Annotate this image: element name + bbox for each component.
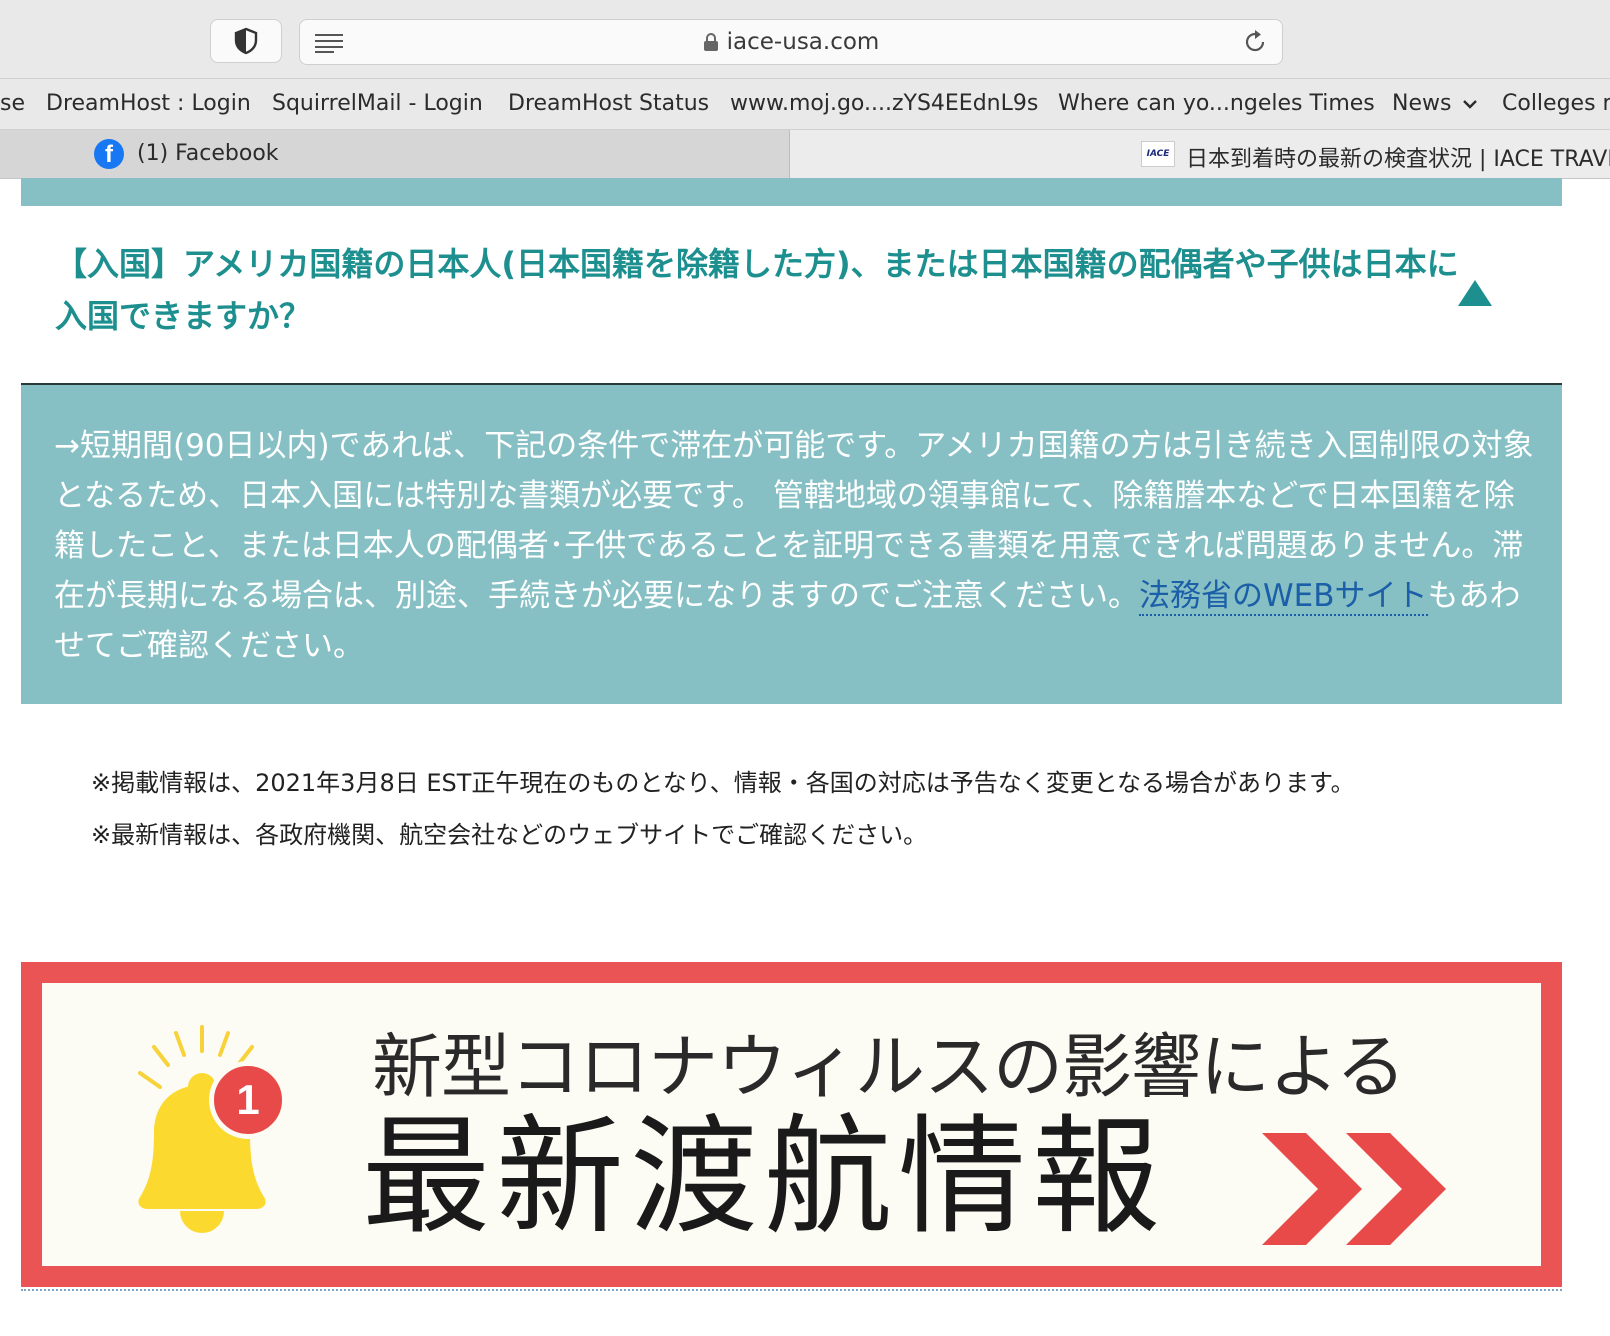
faq-answer-box: →短期間(90日以内)であれば、下記の条件で滞在が可能です。アメリカ国籍の方は引… — [21, 383, 1562, 704]
tab-bar: f (1) Facebook IACE 日本到着時の最新の検査状況 | IACE… — [0, 130, 1610, 179]
browser-toolbar: iace-usa.com — [0, 0, 1610, 79]
notification-badge: 1 — [209, 1061, 287, 1139]
lock-icon — [703, 33, 718, 51]
tab-title: (1) Facebook — [137, 141, 279, 166]
banner-content: 1 新型コロナウィルスの影響による 最新渡航情報 — [42, 983, 1541, 1266]
privacy-report-button[interactable] — [210, 19, 282, 63]
faq-answer-text: →短期間(90日以内)であれば、下記の条件で滞在が可能です。アメリカ国籍の方は引… — [54, 421, 1544, 671]
tab-facebook[interactable]: f (1) Facebook — [0, 130, 790, 178]
banner-subtitle: 新型コロナウィルスの影響による — [372, 1026, 1406, 1108]
badge-count: 1 — [236, 1076, 260, 1123]
bookmark-folder-news[interactable]: News — [1392, 91, 1478, 116]
tab-iace-travel[interactable]: IACE 日本到着時の最新の検査状況 | IACE TRAVEL — [790, 130, 1610, 178]
facebook-icon: f — [94, 139, 124, 169]
previous-answer-box-bottom — [21, 178, 1562, 206]
bookmark-squirrelmail[interactable]: SquirrelMail - Login — [272, 91, 483, 116]
tab-title: 日本到着時の最新の検査状況 | IACE TRAVEL — [1186, 147, 1610, 172]
double-chevron-right-icon — [1262, 1133, 1446, 1245]
notification-bell-icon — [138, 1025, 270, 1233]
chevron-down-icon — [1463, 100, 1478, 109]
bookmark-item[interactable]: se — [0, 91, 25, 116]
iace-favicon: IACE — [1141, 141, 1175, 167]
bookmark-dreamhost-status[interactable]: DreamHost Status — [508, 91, 709, 116]
url-text: iace-usa.com — [726, 29, 880, 55]
faq-question[interactable]: 【入国】アメリカ国籍の日本人(日本国籍を除籍した方)、または日本国籍の配偶者や子… — [55, 238, 1475, 342]
disclaimer-note: ※最新情報は、各政府機関、航空会社などのウェブサイトでご確認ください。 — [91, 821, 928, 849]
bookmark-moj[interactable]: www.moj.go....zYS4EEdnL9s — [730, 91, 1038, 116]
bookmark-folder-label: News — [1392, 91, 1452, 116]
address-bar[interactable]: iace-usa.com — [299, 19, 1283, 65]
section-divider — [21, 1289, 1562, 1291]
bookmark-latimes[interactable]: Where can yo...ngeles Times — [1058, 91, 1375, 116]
latest-travel-info-banner[interactable]: 1 新型コロナウィルスの影響による 最新渡航情報 — [21, 962, 1562, 1287]
banner-title: 最新渡航情報 — [362, 1103, 1167, 1252]
bookmarks-bar: se DreamHost : Login SquirrelMail - Logi… — [0, 79, 1610, 130]
shield-icon — [234, 27, 258, 55]
bookmark-colleges[interactable]: Colleges n — [1502, 91, 1610, 116]
disclaimer-note: ※掲載情報は、2021年3月8日 EST正午現在のものとなり、情報・各国の対応は… — [91, 769, 1355, 797]
collapse-arrow-icon[interactable] — [1458, 280, 1492, 306]
bookmark-dreamhost-login[interactable]: DreamHost : Login — [46, 91, 251, 116]
moj-website-link[interactable]: 法務省のWEBサイト — [1139, 578, 1428, 616]
reload-icon[interactable] — [1242, 29, 1268, 55]
